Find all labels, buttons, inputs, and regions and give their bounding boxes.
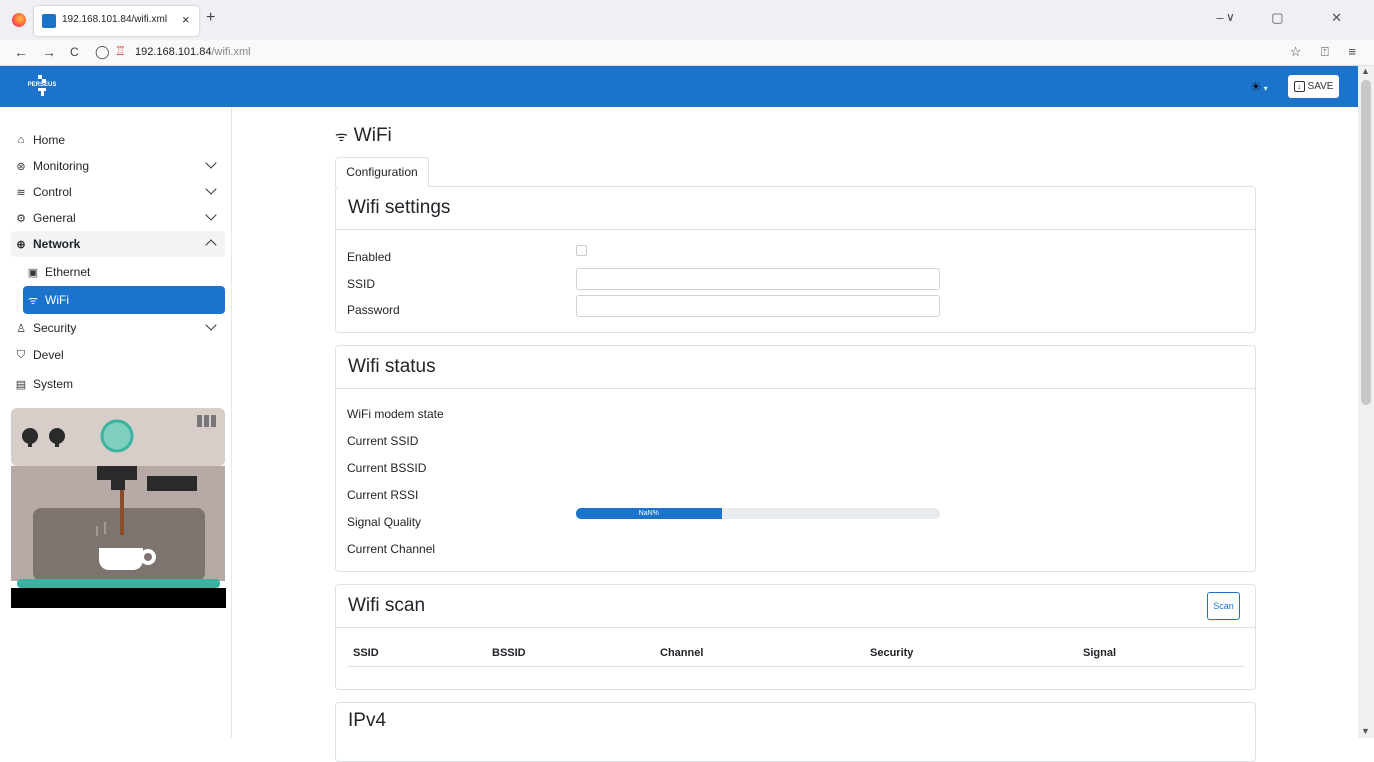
- gear-icon: ⚙: [16, 212, 26, 225]
- firefox-icon[interactable]: [12, 13, 26, 27]
- sidebar-item-security[interactable]: ♙ Security: [11, 315, 225, 341]
- lock-warning-icon[interactable]: ♖: [115, 44, 126, 58]
- modem-state-label: WiFi modem state: [347, 407, 444, 421]
- scan-button[interactable]: Scan: [1207, 592, 1240, 620]
- sidebar-item-general[interactable]: ⚙ General: [11, 205, 225, 231]
- tool-icon: ⛉: [16, 348, 26, 361]
- home-icon: ⌂: [17, 134, 25, 146]
- current-bssid-label: Current BSSID: [347, 461, 427, 475]
- card-title: Wifi scan: [336, 585, 1255, 628]
- ethernet-icon: ▣: [27, 266, 39, 279]
- sidebar-item-label: Home: [33, 133, 66, 147]
- sliders-icon: ≋: [16, 186, 26, 199]
- password-input[interactable]: [576, 295, 940, 317]
- browser-tab[interactable]: 192.168.101.84/wifi.xml ×: [34, 6, 199, 36]
- new-tab-icon[interactable]: +: [206, 9, 215, 27]
- ssid-label: SSID: [347, 277, 376, 291]
- sidebar-item-label: Ethernet: [45, 265, 91, 279]
- save-button[interactable]: ↓ SAVE: [1288, 75, 1339, 98]
- signal-quality-label: Signal Quality: [347, 515, 422, 529]
- wifi-scan-card: Wifi scan Scan SSID BSSID Channel Securi…: [335, 584, 1256, 690]
- chevron-down-icon: ▾: [1263, 84, 1268, 93]
- url-path: /wifi.xml: [211, 46, 251, 58]
- current-channel-label: Current Channel: [347, 542, 436, 556]
- wifi-icon: ᯤ: [335, 128, 348, 144]
- column-header-signal: Signal: [1083, 647, 1117, 659]
- sidebar-item-devel[interactable]: ⛉ Devel: [11, 342, 225, 368]
- enabled-label: Enabled: [347, 250, 392, 264]
- perseus-logo[interactable]: PERSEUS: [24, 75, 60, 99]
- card-title: Wifi status: [336, 346, 1255, 389]
- enabled-checkbox[interactable]: [576, 245, 587, 256]
- table-divider: [347, 666, 1245, 667]
- page-title: ᯤ WiFi: [335, 125, 392, 147]
- sidebar-item-home[interactable]: ⌂ Home: [11, 127, 225, 153]
- column-header-bssid: BSSID: [492, 647, 526, 659]
- window-controls[interactable]: – ▢ ✕: [1216, 10, 1364, 26]
- toolbar-icons[interactable]: ☆ ⍐ ≡: [1290, 44, 1364, 60]
- sidebar-item-label: Devel: [33, 348, 64, 362]
- chevron-down-icon: [205, 157, 217, 169]
- sidebar-item-label: System: [33, 377, 74, 391]
- sidebar-item-control[interactable]: ≋ Control: [11, 179, 225, 205]
- browser-tab-bar: 192.168.101.84/wifi.xml × + ∨ – ▢ ✕: [0, 0, 1374, 40]
- current-rssi-label: Current RSSI: [347, 488, 419, 502]
- chevron-up-icon: [205, 239, 217, 251]
- tab-title: 192.168.101.84/wifi.xml: [62, 14, 168, 25]
- sidebar-item-label: Control: [33, 185, 72, 199]
- signal-quality-progress: NaN%: [576, 508, 940, 519]
- download-icon: ↓: [1293, 81, 1305, 92]
- favicon-icon: [42, 14, 56, 28]
- dashboard-icon: ⊛: [16, 160, 26, 173]
- scroll-down-icon[interactable]: ▼: [1361, 726, 1370, 736]
- wifi-settings-card: Wifi settings Enabled SSID Password: [335, 186, 1256, 333]
- column-header-ssid: SSID: [353, 647, 379, 659]
- scrollbar-thumb[interactable]: [1361, 80, 1371, 405]
- wifi-icon: ᯤ: [27, 294, 39, 307]
- sidebar-item-network[interactable]: ⊕ Network: [11, 231, 225, 257]
- sun-icon: ☀: [1250, 79, 1262, 94]
- sidebar-item-label: General: [33, 211, 76, 225]
- page-title-text: WiFi: [353, 125, 392, 146]
- sidebar-item-ethernet[interactable]: ▣ Ethernet: [23, 259, 225, 285]
- column-header-channel: Channel: [660, 647, 704, 659]
- browser-nav-bar: ← → C ◯ ♖ 192.168.101.84/wifi.xml ☆ ⍐ ≡: [0, 40, 1374, 66]
- wifi-status-card: Wifi status WiFi modem state Current SSI…: [335, 345, 1256, 572]
- globe-icon: ⊕: [16, 238, 26, 251]
- address-bar[interactable]: 192.168.101.84/wifi.xml: [135, 46, 251, 58]
- coffee-machine-illustration: [11, 408, 226, 608]
- app-header: PERSEUS ☀ ▾ ↓ SAVE: [0, 66, 1358, 107]
- ssid-input[interactable]: [576, 268, 940, 290]
- chevron-down-icon: [205, 319, 217, 331]
- scroll-up-icon[interactable]: ▲: [1361, 66, 1370, 76]
- system-icon: ▤: [15, 378, 27, 391]
- tab-close-icon[interactable]: ×: [182, 12, 190, 27]
- card-title: Wifi settings: [336, 187, 1255, 230]
- column-header-security: Security: [870, 647, 914, 659]
- sidebar-item-label: Security: [33, 321, 77, 335]
- chevron-down-icon: [205, 209, 217, 221]
- save-label: SAVE: [1307, 81, 1334, 92]
- sidebar-item-label: Network: [33, 237, 81, 251]
- ipv4-card: IPv4: [335, 702, 1256, 762]
- chevron-down-icon: [205, 183, 217, 195]
- card-title: IPv4: [348, 710, 387, 731]
- password-label: Password: [347, 303, 400, 317]
- sidebar-item-system[interactable]: ▤ System: [11, 371, 225, 397]
- sidebar-item-monitoring[interactable]: ⊛ Monitoring: [11, 153, 225, 179]
- signal-quality-bar: NaN%: [576, 508, 722, 519]
- back-icon[interactable]: ←: [14, 44, 28, 60]
- url-host: 192.168.101.84: [135, 46, 212, 58]
- sidebar-item-label: Monitoring: [33, 159, 90, 173]
- user-lock-icon: ♙: [16, 322, 26, 335]
- reload-icon[interactable]: C: [70, 45, 79, 59]
- shield-icon[interactable]: ◯: [95, 44, 110, 60]
- current-ssid-label: Current SSID: [347, 434, 419, 448]
- sidebar-item-label: WiFi: [45, 293, 69, 307]
- tab-configuration[interactable]: Configuration: [335, 157, 429, 187]
- sidebar-item-wifi[interactable]: ᯤ WiFi: [23, 286, 225, 314]
- theme-toggle-button[interactable]: ☀ ▾: [1250, 79, 1268, 95]
- forward-icon[interactable]: →: [42, 44, 56, 60]
